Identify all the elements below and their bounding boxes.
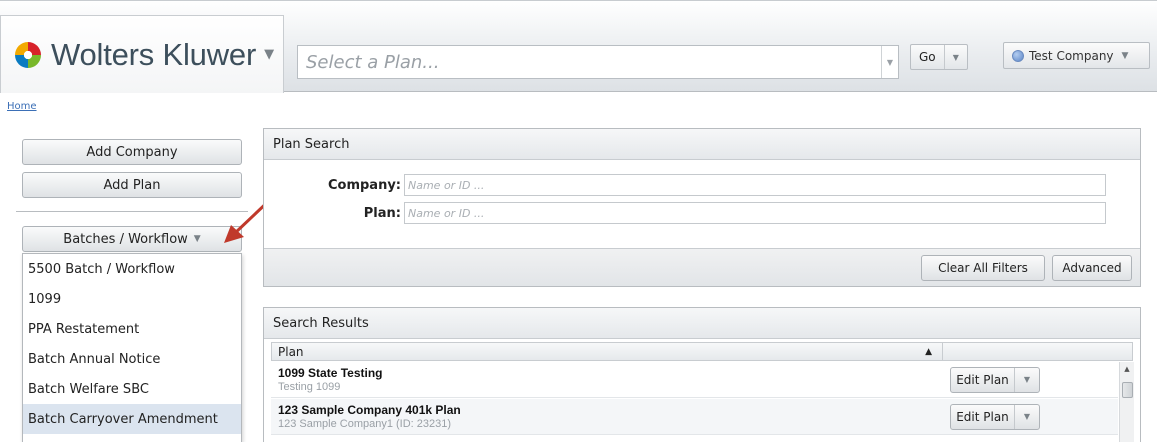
edit-plan-label[interactable]: Edit Plan <box>951 404 1015 429</box>
plan-search-panel: Plan Search Company: Plan: Clear All Fil… <box>263 128 1141 287</box>
menu-item-ppa-restatement[interactable]: PPA Restatement <box>23 314 241 344</box>
menu-item-5500-batch[interactable]: 5500 Batch / Workflow <box>23 254 241 284</box>
edit-plan-label[interactable]: Edit Plan <box>951 367 1015 392</box>
chevron-down-icon[interactable]: ▼ <box>881 46 898 78</box>
chevron-down-icon[interactable]: ▼ <box>945 53 967 62</box>
wolters-kluwer-logo-icon <box>15 41 41 68</box>
globe-icon <box>1012 49 1024 62</box>
search-results-panel: Search Results Plan ▲ 1099 State Testing… <box>263 307 1141 442</box>
add-plan-button[interactable]: Add Plan <box>22 172 242 198</box>
company-filter-row: Company: <box>264 174 1106 196</box>
plan-filter-row: Plan: <box>264 202 1106 224</box>
batches-workflow-menu: 5500 Batch / Workflow 1099 PPA Restateme… <box>22 253 242 442</box>
company-filter-input[interactable] <box>404 174 1106 196</box>
sidebar-divider <box>16 211 248 212</box>
scroll-thumb[interactable] <box>1122 382 1133 398</box>
batches-workflow-button[interactable]: Batches / Workflow ▼ <box>22 226 242 252</box>
scroll-up-icon[interactable]: ▲ <box>1120 365 1134 373</box>
plan-search-title: Plan Search <box>264 129 1140 160</box>
top-header: Wolters Kluwer ▼ ▼ Go ▼ Test Company ▼ <box>0 0 1157 93</box>
add-company-button[interactable]: Add Company <box>22 139 242 165</box>
edit-plan-button[interactable]: Edit Plan ▼ <box>950 366 1040 393</box>
plan-search-footer: Clear All Filters Advanced <box>264 248 1140 286</box>
column-header-plan-label: Plan <box>278 344 304 359</box>
brand-name: Wolters Kluwer <box>51 36 257 72</box>
results-scrollbar[interactable]: ▲ <box>1119 362 1134 442</box>
sort-ascending-icon[interactable]: ▲ <box>925 347 932 357</box>
clear-all-filters-button[interactable]: Clear All Filters <box>921 255 1045 281</box>
plan-company: 123 Sample Company1 (ID: 23231) <box>278 417 452 430</box>
batches-workflow-label: Batches / Workflow <box>63 231 188 247</box>
table-row[interactable]: 123 Sample Company 401k Plan 123 Sample … <box>271 399 1118 435</box>
menu-item-batch-welfare-sbc[interactable]: Batch Welfare SBC <box>23 374 241 404</box>
advanced-button[interactable]: Advanced <box>1052 255 1132 281</box>
plan-select[interactable]: ▼ <box>297 45 899 79</box>
chevron-down-icon: ▼ <box>193 234 201 244</box>
plan-select-input[interactable] <box>298 46 881 78</box>
plan-name: 1099 State Testing <box>278 365 383 380</box>
chevron-down-icon[interactable]: ▼ <box>1015 375 1039 384</box>
company-name: Test Company <box>1029 48 1114 63</box>
menu-item-batch-carryover-amendment[interactable]: Batch Carryover Amendment <box>23 404 241 434</box>
breadcrumb-home-link[interactable]: Home <box>7 101 37 112</box>
chevron-down-icon[interactable]: ▼ <box>1015 412 1039 421</box>
plan-cell: 123 Sample Company 401k Plan 123 Sample … <box>271 403 942 431</box>
menu-item-1099[interactable]: 1099 <box>23 284 241 314</box>
plan-cell: 1099 State Testing Testing 1099 <box>271 366 942 394</box>
plan-filter-input[interactable] <box>404 202 1106 224</box>
menu-item-batch-annual-notice[interactable]: Batch Annual Notice <box>23 344 241 374</box>
search-results-title: Search Results <box>264 308 1140 339</box>
plan-name: 123 Sample Company 401k Plan <box>278 402 461 417</box>
results-grid-header: Plan ▲ <box>271 342 1133 361</box>
go-label[interactable]: Go <box>911 45 945 69</box>
edit-plan-button[interactable]: Edit Plan ▼ <box>950 403 1040 430</box>
column-header-plan[interactable]: Plan ▲ <box>272 343 943 360</box>
go-button[interactable]: Go ▼ <box>910 44 968 70</box>
chevron-down-icon: ▼ <box>1121 50 1129 61</box>
brand-menu[interactable]: Wolters Kluwer ▼ <box>0 15 284 93</box>
plan-filter-label: Plan: <box>363 205 401 221</box>
company-filter-label: Company: <box>327 177 401 193</box>
table-row[interactable]: 1099 State Testing Testing 1099 Edit Pla… <box>271 362 1118 398</box>
plan-company: Testing 1099 <box>278 380 341 393</box>
chevron-down-icon[interactable]: ▼ <box>264 47 274 62</box>
company-switcher-button[interactable]: Test Company ▼ <box>1003 42 1150 69</box>
